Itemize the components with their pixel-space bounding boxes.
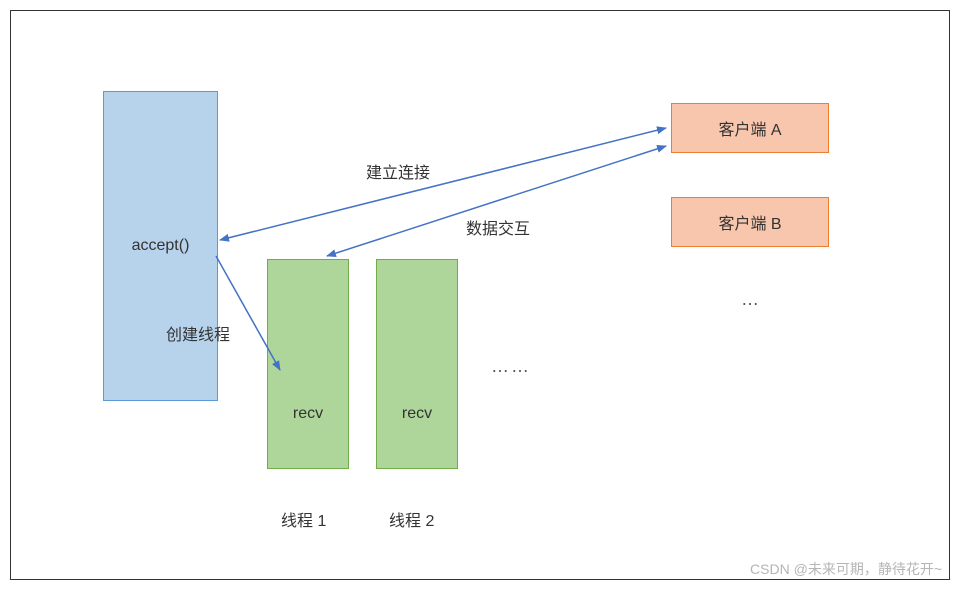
clients-ellipsis: … xyxy=(741,289,761,310)
client-b-label: 客户端 B xyxy=(718,210,781,234)
connect-label: 建立连接 xyxy=(366,159,430,183)
thread-1-label: 线程 1 xyxy=(281,507,326,531)
thread-2-label: 线程 2 xyxy=(389,507,434,531)
thread-1-box: recv xyxy=(267,259,349,469)
accept-label: accept() xyxy=(132,237,190,255)
client-a-box: 客户端 A xyxy=(671,103,829,153)
diagram-frame: accept() recv recv 客户端 A 客户端 B 建立连接 数据交互… xyxy=(10,10,950,580)
client-b-box: 客户端 B xyxy=(671,197,829,247)
watermark: CSDN @未来可期，静待花开~ xyxy=(750,559,942,579)
threads-ellipsis: …… xyxy=(491,356,531,377)
thread-2-box: recv xyxy=(376,259,458,469)
client-a-label: 客户端 A xyxy=(718,116,781,140)
create-thread-label: 创建线程 xyxy=(166,321,230,345)
thread-2-recv-label: recv xyxy=(402,405,432,423)
interact-label: 数据交互 xyxy=(466,215,530,239)
thread-1-recv-label: recv xyxy=(293,405,323,423)
accept-box: accept() xyxy=(103,91,218,401)
